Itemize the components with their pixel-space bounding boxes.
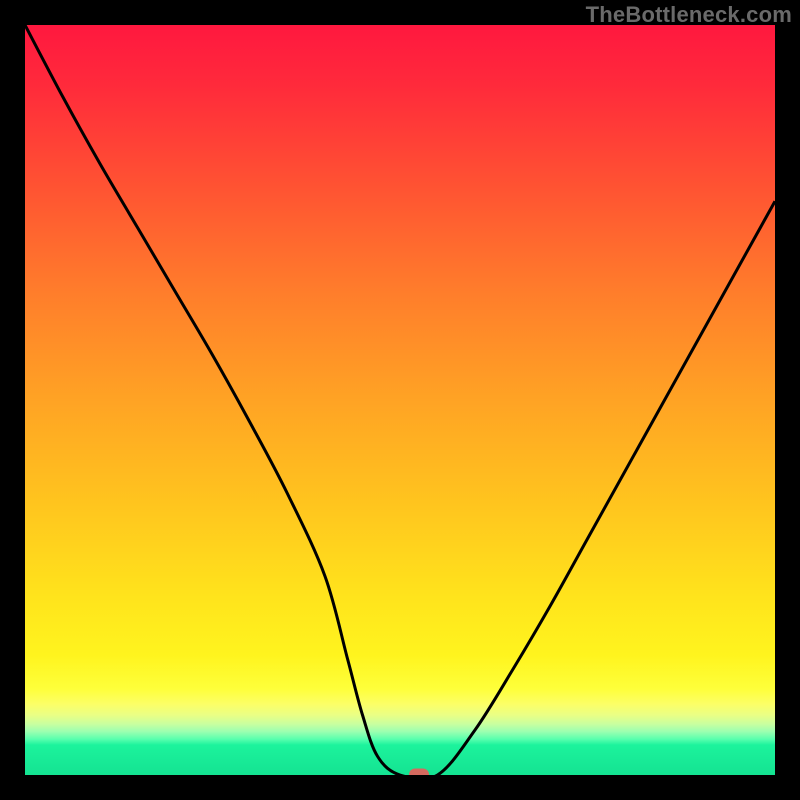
plot-area [25, 25, 775, 775]
minimum-marker [409, 769, 429, 776]
bottleneck-curve [25, 25, 775, 775]
curve-svg [25, 25, 775, 775]
chart-frame: TheBottleneck.com [0, 0, 800, 800]
